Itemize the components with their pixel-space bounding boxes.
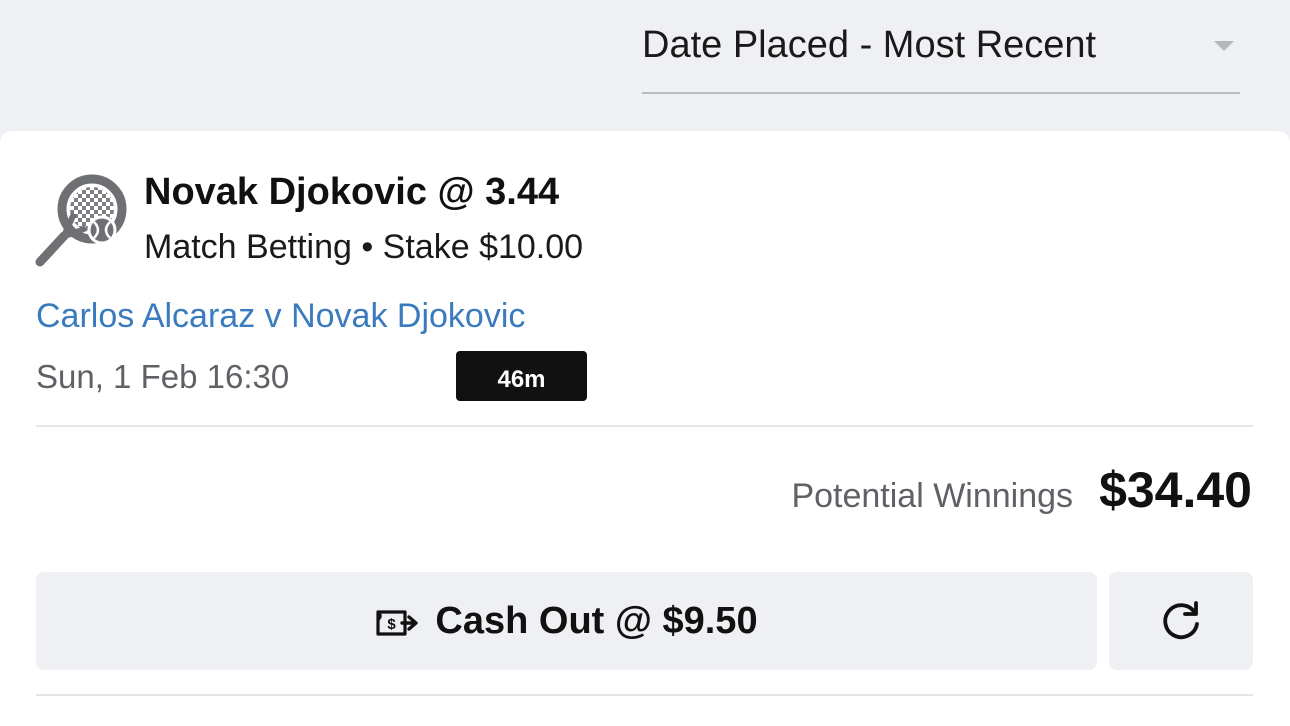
- event-start-time: Sun, 1 Feb 16:30: [36, 358, 290, 395]
- potential-winnings-value: $34.40: [1099, 462, 1252, 518]
- divider: [36, 425, 1253, 427]
- potential-winnings-label: Potential Winnings: [791, 477, 1074, 515]
- refresh-button[interactable]: [1109, 572, 1253, 670]
- event-link[interactable]: Carlos Alcaraz v Novak Djokovic: [36, 295, 525, 337]
- divider: [36, 694, 1253, 696]
- countdown-badge: 46m: [456, 351, 587, 401]
- tennis-racket-icon: [35, 174, 127, 267]
- sort-dropdown[interactable]: Date Placed - Most Recent: [642, 18, 1240, 94]
- potential-winnings-row: Potential Winnings $34.40: [791, 461, 1252, 519]
- bet-card: Novak Djokovic @ 3.44 Match Betting • St…: [0, 131, 1290, 726]
- cash-out-button[interactable]: $ Cash Out @ $9.50: [36, 572, 1097, 670]
- cash-out-label: Cash Out @ $9.50: [435, 599, 758, 642]
- selection-title: Novak Djokovic @ 3.44: [144, 171, 560, 213]
- sort-dropdown-value: Date Placed - Most Recent: [642, 24, 1097, 66]
- bet-market-stake: Match Betting • Stake $10.00: [144, 228, 584, 266]
- refresh-icon: [1163, 601, 1199, 640]
- chevron-down-icon: [1214, 41, 1234, 51]
- svg-text:$: $: [388, 616, 397, 633]
- cash-out-icon: $: [376, 610, 419, 636]
